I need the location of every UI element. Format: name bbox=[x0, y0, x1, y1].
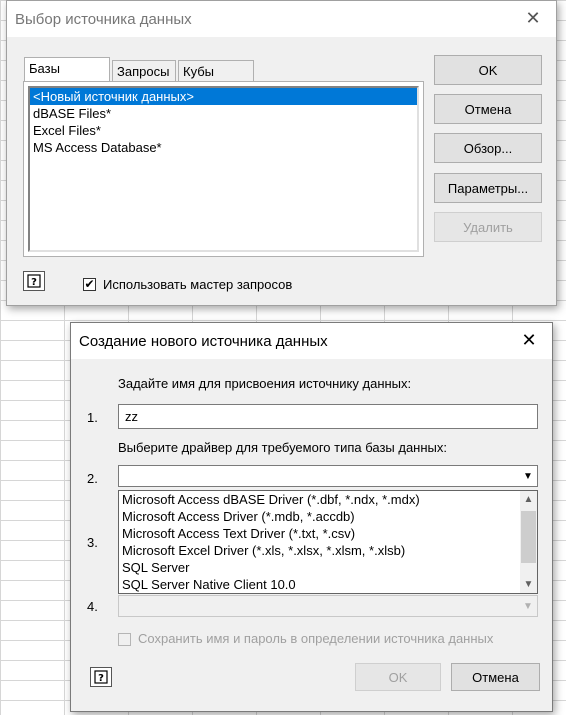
cancel-button[interactable]: Отмена bbox=[434, 94, 542, 124]
save-password-label: Сохранить имя и пароль в определении ист… bbox=[138, 631, 494, 646]
source-list[interactable]: <Новый источник данных> dBASE Files* Exc… bbox=[28, 86, 419, 252]
cancel-button[interactable]: Отмена bbox=[451, 663, 540, 691]
driver-option[interactable]: Microsoft Access dBASE Driver (*.dbf, *.… bbox=[119, 491, 537, 508]
use-wizard-label: Использовать мастер запросов bbox=[103, 277, 293, 292]
scroll-down-icon[interactable]: ▼ bbox=[520, 576, 537, 593]
svg-text:?: ? bbox=[31, 277, 37, 288]
tab-databases[interactable]: Базы данных bbox=[24, 57, 110, 91]
name-input[interactable]: zz bbox=[118, 404, 538, 429]
tab-label: Запросы bbox=[117, 64, 170, 79]
driver-dropdown-list[interactable]: Microsoft Access dBASE Driver (*.dbf, *.… bbox=[118, 490, 538, 594]
list-item[interactable]: <Новый источник данных> bbox=[30, 88, 417, 105]
title-bar[interactable]: Создание нового источника данных ✕ bbox=[71, 323, 552, 359]
step4-number: 4. bbox=[87, 599, 98, 614]
create-data-source-dialog: Создание нового источника данных ✕ Задай… bbox=[70, 322, 553, 712]
dialog-title: Создание нового источника данных bbox=[79, 333, 328, 350]
help-icon[interactable]: ? bbox=[23, 271, 45, 291]
driver-option[interactable]: SQL Server Native Client 10.0 bbox=[119, 576, 537, 593]
step1-number: 1. bbox=[87, 410, 98, 425]
close-icon[interactable]: ✕ bbox=[510, 1, 556, 35]
list-item[interactable]: dBASE Files* bbox=[30, 105, 417, 122]
driver-option[interactable]: SQL Server bbox=[119, 559, 537, 576]
use-wizard-checkbox[interactable]: ✔ bbox=[83, 278, 96, 291]
tab-panel: <Новый источник данных> dBASE Files* Exc… bbox=[23, 81, 424, 257]
help-glyph: ? bbox=[94, 670, 108, 684]
help-icon[interactable]: ? bbox=[90, 667, 112, 687]
driver-option[interactable]: Microsoft Excel Driver (*.xls, *.xlsx, *… bbox=[119, 542, 537, 559]
tab-queries[interactable]: Запросы bbox=[112, 60, 176, 82]
chevron-down-icon: ▼ bbox=[523, 600, 533, 612]
chevron-down-icon[interactable]: ▼ bbox=[519, 466, 537, 486]
step2-number: 2. bbox=[87, 471, 98, 486]
dialog-title: Выбор источника данных bbox=[15, 11, 192, 28]
ok-button[interactable]: OK bbox=[434, 55, 542, 85]
tab-olap-cubes[interactable]: Кубы OLAP bbox=[178, 60, 254, 94]
step4-select: ▼ bbox=[118, 595, 538, 617]
step1-prompt: Задайте имя для присвоения источнику дан… bbox=[118, 376, 412, 391]
title-bar[interactable]: Выбор источника данных ✕ bbox=[7, 1, 556, 37]
data-source-dialog: Выбор источника данных ✕ Базы данных Зап… bbox=[6, 0, 557, 306]
driver-select[interactable]: ▼ bbox=[118, 465, 538, 487]
step2-prompt: Выберите драйвер для требуемого типа баз… bbox=[118, 440, 447, 455]
driver-option[interactable]: Microsoft Access Text Driver (*.txt, *.c… bbox=[119, 525, 537, 542]
options-button[interactable]: Параметры... bbox=[434, 173, 542, 203]
ok-button[interactable]: OK bbox=[355, 663, 441, 691]
scroll-up-icon[interactable]: ▲ bbox=[520, 491, 537, 508]
scrollbar[interactable]: ▲ ▼ bbox=[520, 491, 537, 593]
svg-text:?: ? bbox=[98, 673, 104, 684]
list-item[interactable]: MS Access Database* bbox=[30, 139, 417, 156]
close-icon[interactable]: ✕ bbox=[506, 323, 552, 357]
driver-option[interactable]: Microsoft Access Driver (*.mdb, *.accdb) bbox=[119, 508, 537, 525]
list-item[interactable]: Excel Files* bbox=[30, 122, 417, 139]
scroll-thumb[interactable] bbox=[521, 511, 536, 563]
step3-number: 3. bbox=[87, 535, 98, 550]
browse-button[interactable]: Обзор... bbox=[434, 133, 542, 163]
help-glyph: ? bbox=[27, 274, 41, 288]
save-password-checkbox bbox=[118, 633, 131, 646]
delete-button[interactable]: Удалить bbox=[434, 212, 542, 242]
